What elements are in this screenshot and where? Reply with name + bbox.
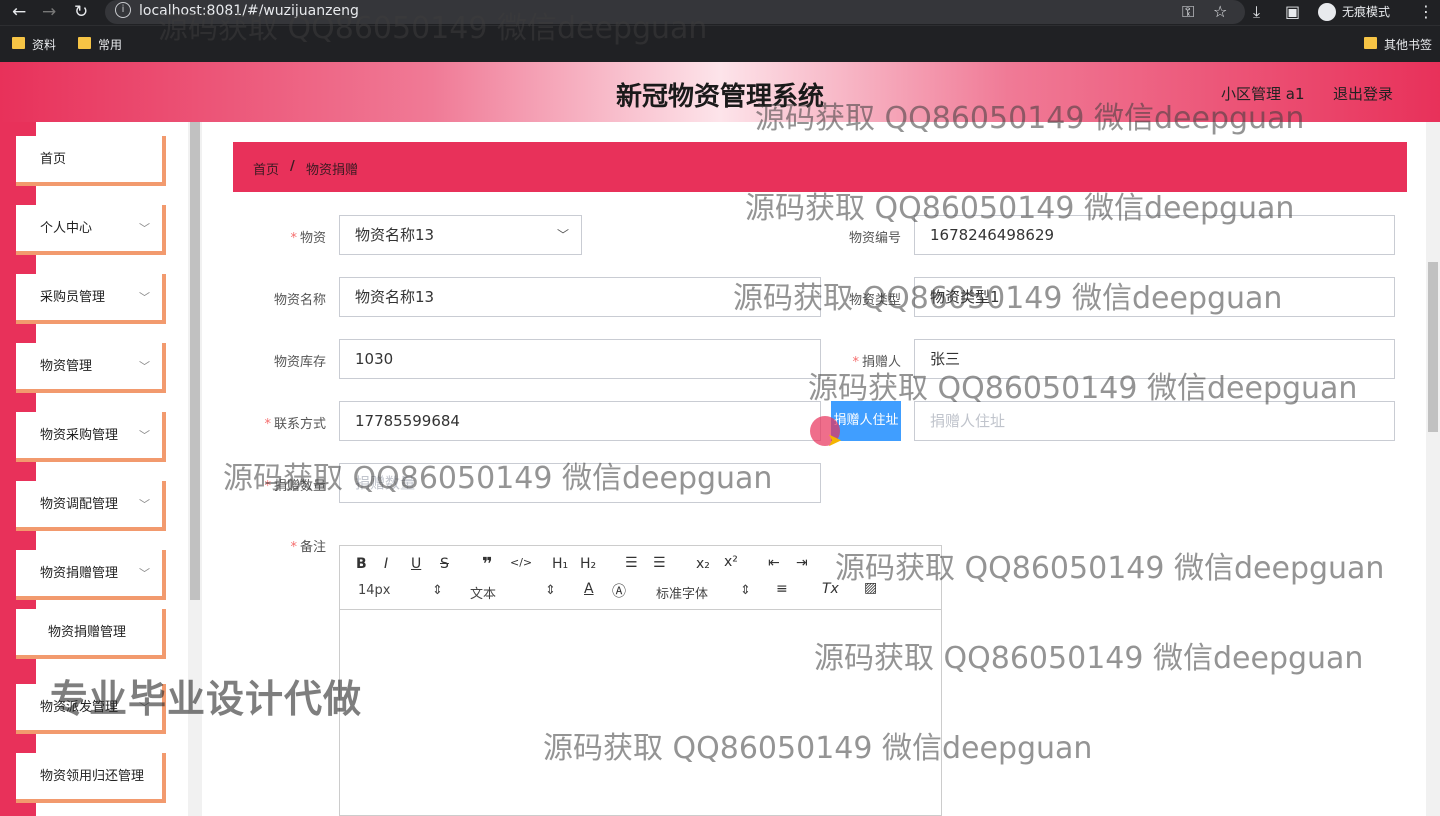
sidepanel-icon[interactable]: ▣ <box>1285 2 1300 21</box>
field-label-lianxifangshi: * 联系方式 <box>264 417 326 432</box>
watermark-text: 源码获取 QQ86050149 微信deepguan <box>835 551 1385 586</box>
sidebar-item-allocation[interactable]: 物资调配管理 ﹀ <box>16 481 166 531</box>
zhuzhi-input[interactable]: 捐赠人住址 <box>914 401 1395 441</box>
sidebar-item-donation[interactable]: 物资捐赠管理 ﹀ <box>16 550 166 600</box>
sidebar-item-label: 首页 <box>40 152 67 167</box>
font-color-icon[interactable]: A <box>584 581 594 597</box>
ordered-list-icon[interactable]: ☰ <box>625 555 638 571</box>
field-label-wuzimingcheng: 物资名称 <box>273 293 326 308</box>
bookmark-folder[interactable]: 常用 <box>78 36 122 53</box>
code-icon[interactable]: </> <box>510 556 532 569</box>
bullet-list-icon[interactable]: ☰ <box>653 555 666 571</box>
header-select[interactable]: 文本 <box>470 583 496 602</box>
chevron-down-icon: ﹀ <box>556 228 569 242</box>
incognito-badge[interactable]: 无痕模式 <box>1314 1 1398 23</box>
sidebar-item-label: 物资领用归还管理 <box>40 769 145 784</box>
blockquote-icon[interactable]: ❞ <box>482 554 493 575</box>
chevron-updown-icon: ⇕ <box>545 583 556 598</box>
outdent-icon[interactable]: ⇤ <box>768 555 780 571</box>
folder-icon <box>12 37 25 49</box>
bookmark-label: 其他书签 <box>1384 38 1433 52</box>
chevron-down-icon: ﹀ <box>139 291 150 304</box>
chevron-down-icon: ﹀ <box>139 567 150 580</box>
watermark-text: 源码获取 QQ86050149 微信deepguan <box>745 191 1295 226</box>
folder-icon <box>1364 37 1377 49</box>
lianxifangshi-input[interactable]: 17785599684 <box>339 401 821 441</box>
background-color-icon[interactable]: Ⓐ <box>612 581 626 601</box>
back-icon[interactable]: ← <box>12 2 26 22</box>
scrollbar-thumb[interactable] <box>190 122 200 600</box>
forward-icon[interactable]: → <box>42 2 56 22</box>
bold-icon[interactable]: B <box>356 556 367 572</box>
underline-icon[interactable]: U <box>411 556 421 572</box>
sidebar-item-label: 物资管理 <box>40 359 93 374</box>
scrollbar-thumb[interactable] <box>1428 262 1438 432</box>
watermark-text: 源码获取 QQ86050149 微信deepguan <box>808 371 1358 406</box>
watermark-text: 源码获取 QQ86050149 微信deepguan <box>223 461 773 496</box>
star-icon[interactable]: ☆ <box>1213 2 1227 21</box>
watermark-text: 源码获取 QQ86050149 微信deepguan <box>814 641 1364 676</box>
breadcrumb-home[interactable]: 首页 <box>253 159 279 178</box>
mouse-cursor-icon: ➤ <box>827 430 843 451</box>
menu-icon[interactable]: ⋮ <box>1418 2 1434 21</box>
sidebar-item-borrow-return[interactable]: 物资领用归还管理 <box>16 753 166 803</box>
folder-icon <box>78 37 91 49</box>
key-icon[interactable]: ⚿ <box>1182 2 1194 22</box>
sidebar-item-label: 物资捐赠管理 <box>40 566 119 581</box>
sidebar-item-home[interactable]: 首页 <box>16 136 166 186</box>
watermark-text: 源码获取 QQ86050149 微信deepguan <box>158 11 708 46</box>
sidebar-subitem-donation[interactable]: 物资捐赠管理 <box>16 609 166 659</box>
h1-icon[interactable]: H₁ <box>552 556 568 572</box>
chevron-down-icon: ﹀ <box>139 498 150 511</box>
chevron-updown-icon: ⇕ <box>432 583 443 598</box>
breadcrumb-current: 物资捐赠 <box>306 163 359 178</box>
page-scrollbar[interactable] <box>1426 122 1440 816</box>
sidebar-item-label: 物资采购管理 <box>40 428 119 443</box>
strike-icon[interactable]: S <box>440 556 449 572</box>
reload-icon[interactable]: ↻ <box>74 2 88 22</box>
sidebar-item-purchaser[interactable]: 采购员管理 ﹀ <box>16 274 166 324</box>
watermark-text: 源码获取 QQ86050149 微信deepguan <box>755 101 1305 136</box>
chevron-updown-icon: ⇕ <box>740 583 751 598</box>
watermark-big-text: 专业毕业设计代做 <box>50 677 363 721</box>
superscript-icon[interactable]: x² <box>724 554 738 570</box>
font-family-select[interactable]: 标准字体 <box>656 583 708 602</box>
field-label-wuzi: * 物资 <box>290 231 326 246</box>
download-icon[interactable]: ⤓ <box>1253 2 1260 22</box>
wuzikucun-input[interactable]: 1030 <box>339 339 821 379</box>
bookmark-label: 常用 <box>98 38 123 52</box>
bookmark-label: 资料 <box>32 38 57 52</box>
watermark-text: 源码获取 QQ86050149 微信deepguan <box>543 731 1093 766</box>
sidebar-item-label: 物资调配管理 <box>40 497 119 512</box>
sidebar-item-label: 采购员管理 <box>40 290 106 305</box>
incognito-label: 无痕模式 <box>1342 5 1391 19</box>
font-size-select[interactable]: 14px <box>358 583 391 598</box>
chevron-down-icon: ﹀ <box>139 429 150 442</box>
watermark-text: 源码获取 QQ86050149 微信deepguan <box>733 281 1283 316</box>
site-info-icon[interactable]: i <box>115 2 131 18</box>
chevron-down-icon: ﹀ <box>139 222 150 235</box>
other-bookmarks[interactable]: 其他书签 <box>1364 36 1432 53</box>
wuzi-select[interactable]: 物资名称13 ﹀ <box>339 215 582 255</box>
h2-icon[interactable]: H₂ <box>580 556 596 572</box>
field-label-wuzikucun: 物资库存 <box>273 355 326 370</box>
sidebar-item-label: 物资捐赠管理 <box>48 625 127 640</box>
sidebar-item-procurement[interactable]: 物资采购管理 ﹀ <box>16 412 166 462</box>
chevron-down-icon: ﹀ <box>139 360 150 373</box>
breadcrumb-separator: / <box>290 159 295 174</box>
incognito-icon <box>1318 3 1336 21</box>
subscript-icon[interactable]: x₂ <box>696 556 710 572</box>
logout-link[interactable]: 退出登录 <box>1333 83 1393 104</box>
field-label-beizhu: * 备注 <box>290 540 326 555</box>
indent-icon[interactable]: ⇥ <box>796 555 808 571</box>
bookmark-folder[interactable]: 资料 <box>12 36 56 53</box>
sidebar-item-label: 个人中心 <box>40 221 93 236</box>
sidebar-item-profile[interactable]: 个人中心 ﹀ <box>16 205 166 255</box>
sidebar-item-supplies[interactable]: 物资管理 ﹀ <box>16 343 166 393</box>
italic-icon[interactable]: I <box>384 556 388 572</box>
align-icon[interactable]: ≡ <box>776 581 788 597</box>
field-label-wuzibianhao: 物资编号 <box>848 231 901 246</box>
